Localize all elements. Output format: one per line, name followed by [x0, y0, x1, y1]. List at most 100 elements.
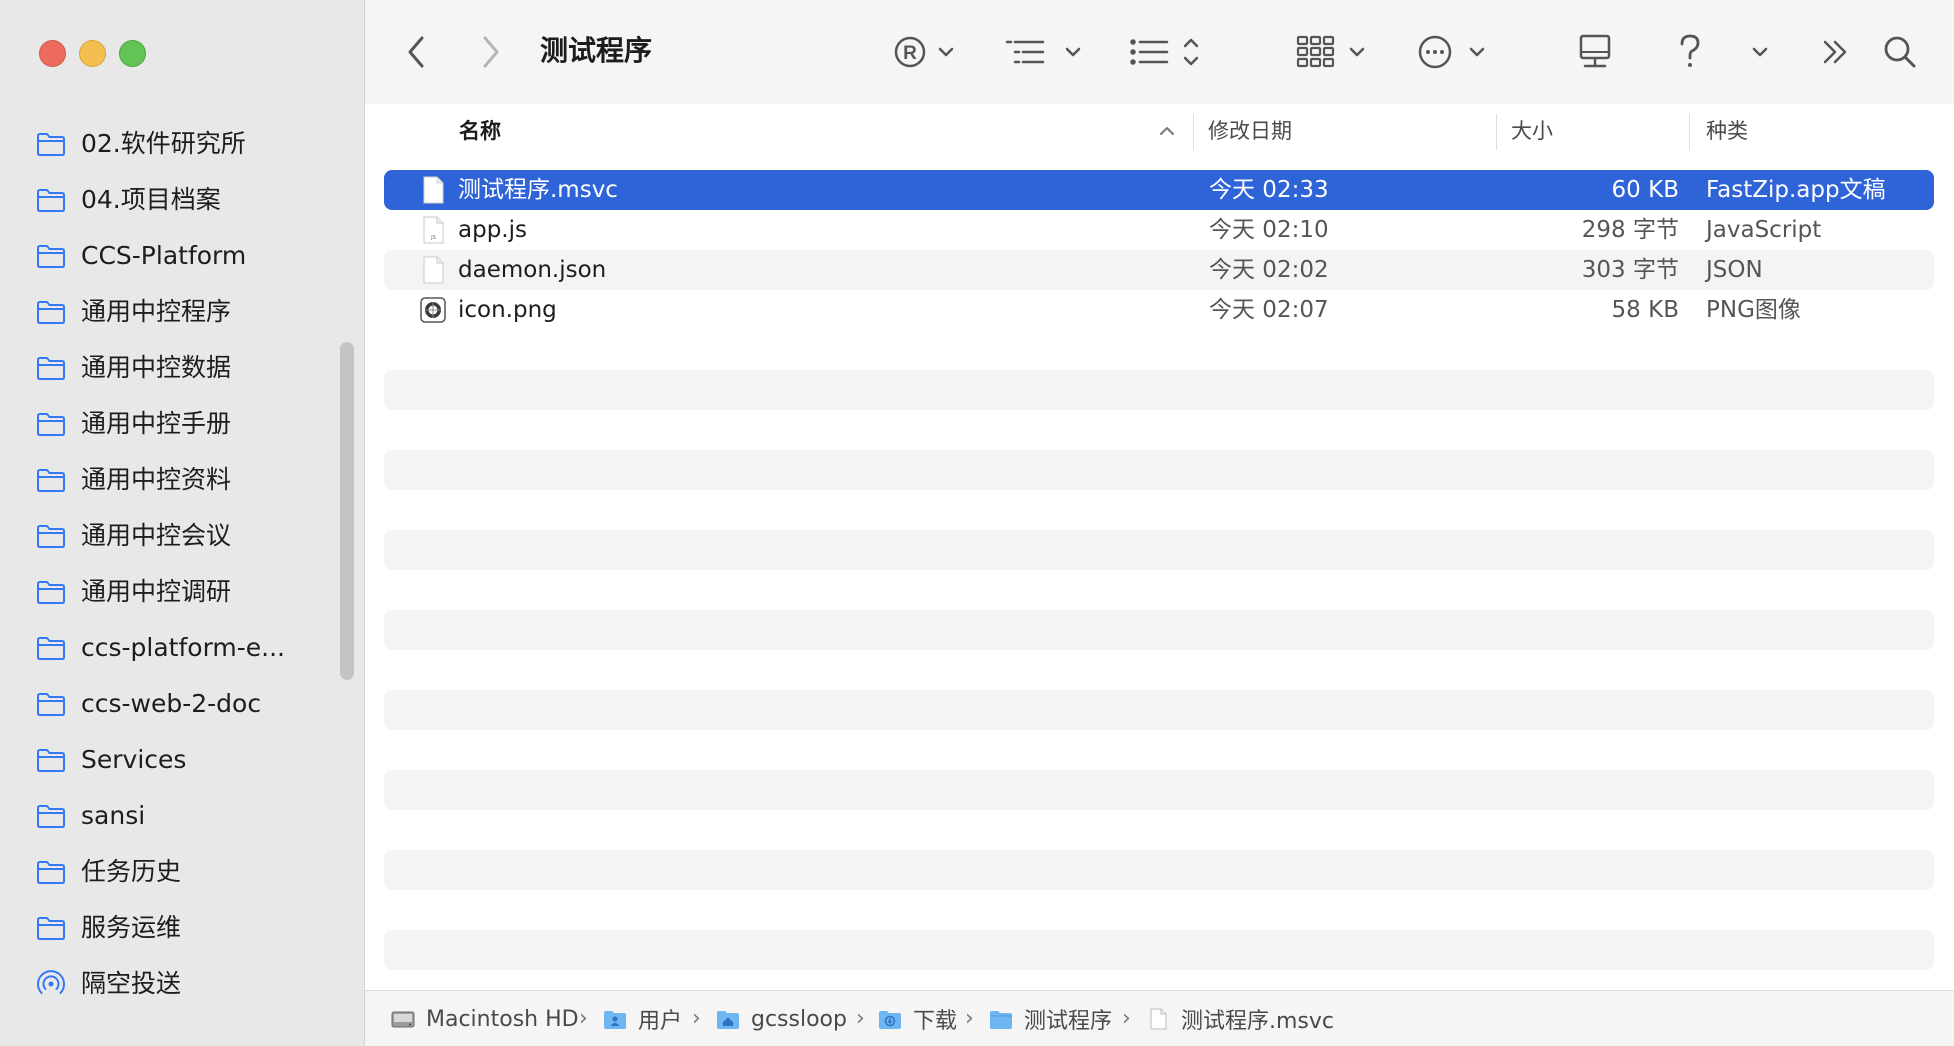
chevron-right-icon	[483, 36, 499, 68]
folder-icon	[37, 133, 65, 156]
sidebar-item-label: 02.软件研究所	[81, 129, 246, 158]
minimize-window-button[interactable]	[79, 40, 106, 67]
column-divider[interactable]	[1689, 114, 1690, 150]
sort-ascending-icon[interactable]	[1158, 124, 1176, 138]
sort-list-button[interactable]	[1127, 24, 1207, 80]
sidebar-item-label: Services	[81, 745, 187, 774]
sidebar-item-airdrop[interactable]: 隔空投送	[0, 962, 330, 1006]
sidebar-item-ccs-web-2-doc[interactable]: ccs-web-2-doc	[0, 682, 330, 726]
path-crumb-home[interactable]: gcssloop	[715, 991, 847, 1046]
sidebar-item-control-data[interactable]: 通用中控数据	[0, 346, 330, 390]
connect-server-button[interactable]	[1570, 24, 1620, 80]
empty-row-stripe	[384, 530, 1934, 570]
path-crumb-test-program[interactable]: 测试程序	[988, 991, 1112, 1046]
view-options-button[interactable]	[1003, 24, 1093, 80]
svg-text:JS: JS	[430, 235, 436, 241]
folder-icon	[37, 245, 65, 268]
sidebar-item-ccs-platform[interactable]: CCS-Platform	[0, 234, 330, 278]
document-icon	[1150, 1008, 1167, 1030]
folder-icon	[37, 637, 65, 660]
empty-row-stripe	[384, 610, 1934, 650]
action-menu-button[interactable]	[1415, 24, 1495, 80]
sidebar-item-label: 通用中控调研	[81, 577, 232, 606]
search-icon	[1884, 36, 1916, 68]
path-crumb-macintosh-hd[interactable]: Macintosh HD	[390, 991, 579, 1046]
empty-row-stripe	[384, 930, 1934, 970]
forward-button[interactable]	[470, 24, 510, 80]
path-crumb-label: 测试程序	[1024, 1009, 1113, 1034]
more-toolbar-items-button[interactable]	[1810, 24, 1860, 80]
sidebar-item-sansi[interactable]: sansi	[0, 794, 330, 838]
column-header-size[interactable]: 大小	[1511, 104, 1553, 158]
file-row[interactable]: JS app.js 今天 02:10 298 字节 JavaScript	[384, 210, 1934, 250]
question-mark-icon	[1680, 34, 1700, 67]
path-crumb-current-file[interactable]: 测试程序.msvc	[1145, 991, 1334, 1046]
path-separator-icon: ›	[856, 1006, 865, 1031]
sidebar-item-task-history[interactable]: 任务历史	[0, 850, 330, 894]
column-header-date[interactable]: 修改日期	[1208, 104, 1292, 158]
document-icon	[423, 176, 444, 204]
home-folder-icon	[717, 1011, 739, 1029]
js-file-icon: JS	[423, 216, 444, 244]
search-button[interactable]	[1875, 24, 1925, 80]
column-header-name[interactable]: 名称	[459, 104, 501, 158]
file-date: 今天 02:10	[1209, 217, 1329, 243]
sidebar-item-service-ops[interactable]: 服务运维	[0, 906, 330, 950]
path-separator-icon: ›	[1122, 1006, 1131, 1031]
sidebar-item-ccs-platform-e[interactable]: ccs-platform-e...	[0, 626, 330, 670]
zoom-window-button[interactable]	[119, 40, 146, 67]
hard-drive-icon	[391, 1011, 415, 1028]
grid-icon	[1296, 35, 1365, 68]
column-divider[interactable]	[1193, 114, 1194, 150]
registered-icon: R	[894, 36, 954, 68]
file-row[interactable]: icon.png 今天 02:07 58 KB PNG图像	[384, 290, 1934, 330]
file-kind: FastZip.app文稿	[1706, 177, 1886, 203]
folder-icon	[37, 189, 65, 212]
sidebar-item-services[interactable]: Services	[0, 738, 330, 782]
empty-row-stripe	[384, 450, 1934, 490]
path-crumb-label: Macintosh HD	[426, 1006, 579, 1032]
sidebar-item-label: 04.项目档案	[81, 185, 221, 214]
path-crumb-users[interactable]: 用户	[602, 991, 682, 1046]
group-view-button[interactable]	[1295, 24, 1375, 80]
file-row[interactable]: 测试程序.msvc 今天 02:33 60 KB FastZip.app文稿	[384, 170, 1934, 210]
file-list: 测试程序.msvc 今天 02:33 60 KB FastZip.app文稿 J…	[365, 158, 1954, 990]
sidebar-item-04-project-archive[interactable]: 04.项目档案	[0, 178, 330, 222]
folder-icon	[37, 749, 65, 772]
folder-icon	[37, 357, 65, 380]
sidebar-item-control-program[interactable]: 通用中控程序	[0, 290, 330, 334]
folder-icon	[37, 693, 65, 716]
sidebar-item-label: 通用中控手册	[81, 409, 232, 438]
close-window-button[interactable]	[39, 40, 66, 67]
sidebar-item-control-manual[interactable]: 通用中控手册	[0, 402, 330, 446]
folder-icon	[37, 469, 65, 492]
sidebar-item-control-materials[interactable]: 通用中控资料	[0, 458, 330, 502]
downloads-folder-icon	[879, 1011, 901, 1029]
file-row[interactable]: daemon.json 今天 02:02 303 字节 JSON	[384, 250, 1934, 290]
help-menu-button[interactable]	[1740, 24, 1780, 80]
sidebar-item-control-research[interactable]: 通用中控调研	[0, 570, 330, 614]
sidebar-item-control-meeting[interactable]: 通用中控会议	[0, 514, 330, 558]
image-file-icon	[420, 297, 446, 323]
back-button[interactable]	[397, 24, 437, 80]
sidebar-item-label: 通用中控程序	[81, 297, 232, 326]
column-divider[interactable]	[1496, 114, 1497, 150]
extension-menu-button[interactable]: R	[892, 24, 962, 80]
folder-icon	[37, 581, 65, 604]
file-date: 今天 02:02	[1209, 257, 1329, 283]
path-separator-icon: ›	[692, 1006, 701, 1031]
file-size: 298 字节	[1581, 217, 1679, 243]
toolbar: 测试程序 R	[365, 0, 1954, 105]
empty-row-stripe	[384, 690, 1934, 730]
sidebar-item-02-software-institute[interactable]: 02.软件研究所	[0, 122, 330, 166]
double-chevron-right-icon	[1823, 40, 1847, 64]
file-name: 测试程序.msvc	[458, 177, 618, 203]
path-crumb-downloads[interactable]: 下载	[877, 991, 957, 1046]
file-size: 303 字节	[1581, 257, 1679, 283]
file-name: daemon.json	[458, 257, 607, 283]
file-name: app.js	[458, 217, 527, 243]
sidebar-item-label: ccs-web-2-doc	[81, 689, 262, 718]
help-button[interactable]	[1665, 24, 1715, 80]
sidebar-scrollbar[interactable]	[340, 342, 354, 680]
column-header-kind[interactable]: 种类	[1706, 104, 1748, 158]
